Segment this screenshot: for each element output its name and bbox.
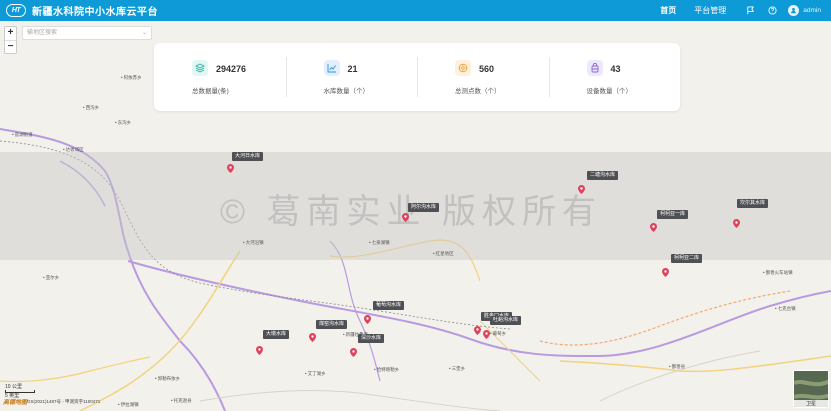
place-label: 盐湖街道 xyxy=(12,132,33,138)
reservoir-label[interactable]: 深沙水库 xyxy=(358,334,385,343)
zoom-control: + − xyxy=(4,26,17,54)
map-provider-logo: 高德地图 xyxy=(3,400,28,406)
place-label: 鄯善火车站镇 xyxy=(763,270,793,276)
device-icon xyxy=(586,60,603,76)
logo: HT xyxy=(6,4,26,17)
map-pin-icon[interactable] xyxy=(662,264,669,277)
reservoir-label[interactable]: 煤窑沟水库 xyxy=(316,320,348,329)
place-label: 郭勒布依乡 xyxy=(155,376,181,382)
map-pin-icon[interactable] xyxy=(309,329,316,342)
map-pin-icon[interactable] xyxy=(364,311,371,324)
place-label: 阿依苏乡 xyxy=(121,75,142,81)
region-search-input[interactable]: 输地区搜索 xyxy=(22,26,152,40)
app-root: HT 新疆水科院中小水库云平台 首页 平台管理 admin © 葛南实业 版权所… xyxy=(0,0,831,411)
stat-label: 总数据量(条) xyxy=(192,88,229,95)
user-name[interactable]: admin xyxy=(803,7,821,14)
stat-reservoir-count: 21 水库数量（个） xyxy=(285,43,418,111)
place-label: 恰特喀勒乡 xyxy=(374,367,400,373)
zoom-in-button[interactable]: + xyxy=(5,27,16,40)
place-label: 达坂城区 xyxy=(63,147,84,153)
chevron-down-icon[interactable]: ⌄ xyxy=(142,29,147,36)
stat-value: 21 xyxy=(347,64,358,74)
map-pin-icon[interactable] xyxy=(256,342,263,355)
map-canvas[interactable]: © 葛南实业 版权所有 + − 输地区搜索 ⌄ 294276 总数据量(条) 2… xyxy=(0,21,831,411)
place-label: 艾丁湖乡 xyxy=(305,371,326,377)
stat-label: 水库数量（个） xyxy=(323,88,370,95)
map-copyright: GS(2021)1487号 - 甲测资字1100471 xyxy=(27,399,101,404)
stat-device-count: 43 设备数量（个） xyxy=(548,43,681,111)
place-label: 七克台镇 xyxy=(775,306,796,312)
stat-value: 560 xyxy=(479,64,495,74)
user-avatar[interactable] xyxy=(788,5,800,16)
map-pin-icon[interactable] xyxy=(483,326,490,339)
place-label: 大河沿镇 xyxy=(243,240,264,246)
map-pin-icon[interactable] xyxy=(578,181,585,194)
stat-measure-points: 560 总测点数（个） xyxy=(417,43,549,111)
header-nav: 首页 平台管理 admin xyxy=(660,0,831,21)
map-pin-icon[interactable] xyxy=(733,215,740,228)
reservoir-label[interactable]: 柯柯亚二库 xyxy=(671,254,703,263)
chart-icon xyxy=(323,60,340,76)
place-label: 西沟乡 xyxy=(83,105,100,111)
place-label: 鄯善县 xyxy=(669,364,686,370)
place-label: 三堡乡 xyxy=(449,366,466,372)
reservoir-label[interactable]: 大墩水库 xyxy=(263,330,290,339)
place-label: 葡萄乡 xyxy=(490,331,507,337)
stat-label: 总测点数（个） xyxy=(455,88,501,95)
map-pin-icon[interactable] xyxy=(650,219,657,232)
stat-value: 43 xyxy=(610,64,621,74)
reservoir-label[interactable]: 大河日水库 xyxy=(232,152,264,161)
reservoir-label[interactable]: 坎尔其水库 xyxy=(737,199,769,208)
place-label: 亚尔乡 xyxy=(43,275,60,281)
map-pin-icon[interactable] xyxy=(350,344,357,357)
nav-home[interactable]: 首页 xyxy=(660,5,676,16)
place-label: 东沟乡 xyxy=(115,120,132,126)
top-header: HT 新疆水科院中小水库云平台 首页 平台管理 admin xyxy=(0,0,831,21)
place-label: 七泉湖镇 xyxy=(369,240,390,246)
layers-icon xyxy=(192,60,208,76)
zoom-out-button[interactable]: − xyxy=(5,40,16,53)
map-pin-icon[interactable] xyxy=(402,209,409,222)
scale-label: 10 公里 xyxy=(5,384,22,390)
place-label: 伊拉湖镇 xyxy=(118,402,139,408)
flag-icon[interactable] xyxy=(744,5,756,17)
nav-platform-admin[interactable]: 平台管理 xyxy=(694,5,726,16)
reservoir-label[interactable]: 葡萄沟水库 xyxy=(373,301,405,310)
stat-label: 设备数量（个） xyxy=(586,88,633,95)
reservoir-label[interactable]: 柯柯亚一库 xyxy=(657,210,689,219)
reservoir-label[interactable]: 阿尔沟水库 xyxy=(408,203,440,212)
stat-total-data: 294276 总数据量(条) xyxy=(154,43,286,111)
satellite-toggle[interactable]: 卫星 xyxy=(793,370,829,408)
place-label: 红星地区 xyxy=(433,251,454,257)
stat-value: 294276 xyxy=(216,64,247,74)
app-title: 新疆水科院中小水库云平台 xyxy=(32,7,158,18)
satellite-label: 卫星 xyxy=(794,400,828,407)
map-pin-icon[interactable] xyxy=(227,160,234,173)
gauge-icon xyxy=(455,60,471,76)
reservoir-label[interactable]: 吐峪沟水库 xyxy=(490,316,522,325)
reservoir-label[interactable]: 二塘沟水库 xyxy=(587,171,619,180)
map-pin-icon[interactable] xyxy=(474,322,481,335)
stats-panel: 294276 总数据量(条) 21 水库数量（个） 560 总测点数（个） 43… xyxy=(154,43,680,111)
help-icon[interactable] xyxy=(766,5,778,17)
place-label: 托克逊县 xyxy=(171,398,192,404)
